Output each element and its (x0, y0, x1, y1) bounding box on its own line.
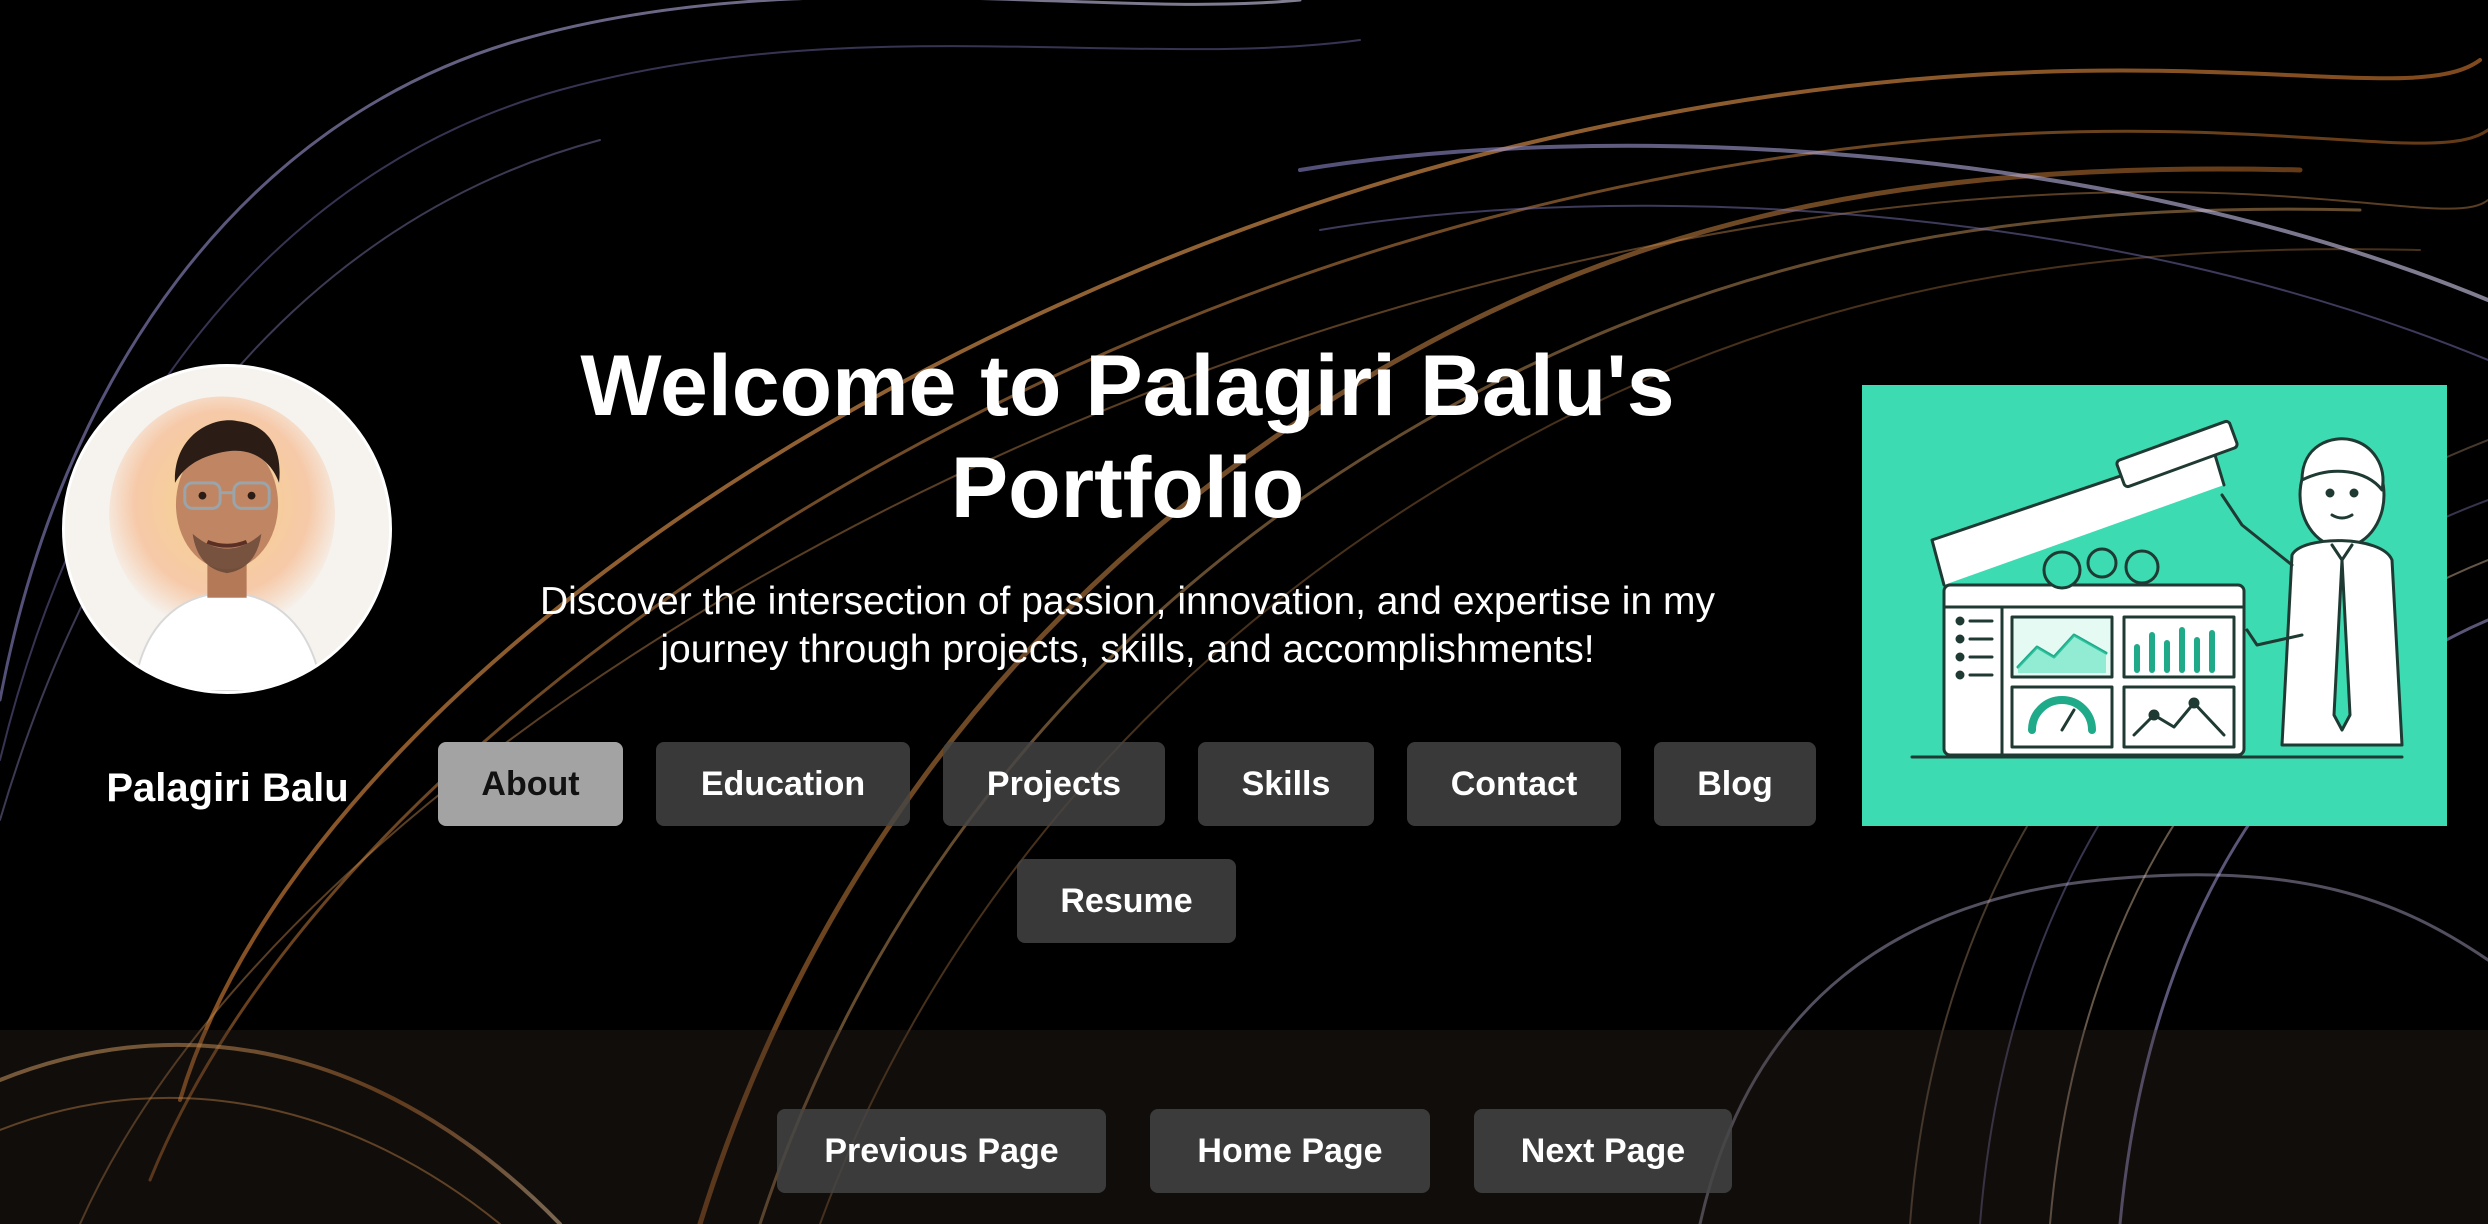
nav-projects-button[interactable]: Projects (943, 742, 1165, 826)
title-line-2: Portfolio (950, 440, 1305, 536)
title-line-1: Welcome to Palagiri Balu's (580, 338, 1675, 434)
nav-resume-button[interactable]: Resume (1017, 859, 1236, 943)
nav-contact-button[interactable]: Contact (1407, 742, 1621, 826)
page-subtitle: Discover the intersection of passion, in… (460, 578, 1795, 674)
nav-blog-button[interactable]: Blog (1654, 742, 1816, 826)
profile-name: Palagiri Balu (106, 766, 349, 810)
page-title: Welcome to Palagiri Balu's Portfolio (460, 335, 1795, 539)
nav-skills-button[interactable]: Skills (1198, 742, 1374, 826)
subtitle-line-1: Discover the intersection of passion, in… (540, 580, 1715, 623)
home-page-button[interactable]: Home Page (1150, 1109, 1430, 1193)
next-page-button[interactable]: Next Page (1474, 1109, 1732, 1193)
nav-education-button[interactable]: Education (656, 742, 910, 826)
dashboard-illustration (1862, 385, 2447, 826)
previous-page-button[interactable]: Previous Page (777, 1109, 1106, 1193)
profile-avatar (62, 364, 392, 694)
nav-about-button[interactable]: About (438, 742, 623, 826)
subtitle-line-2: journey through projects, skills, and ac… (660, 628, 1595, 671)
